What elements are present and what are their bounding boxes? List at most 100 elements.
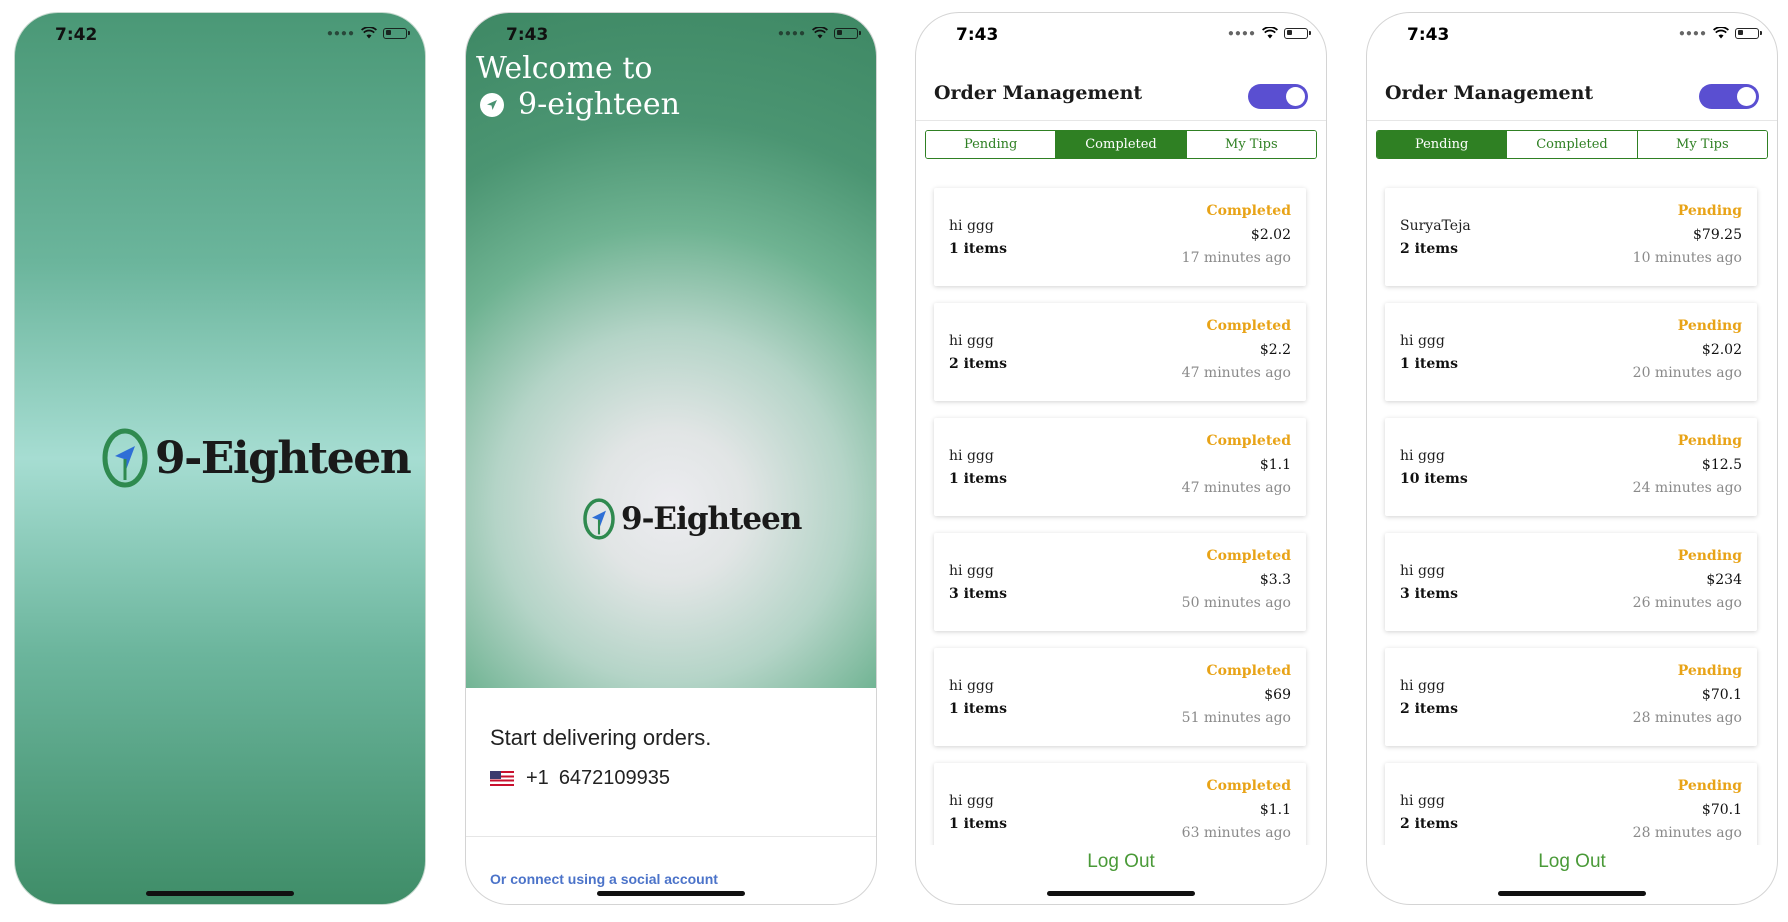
welcome-screen: 7:43 ●●●● Welcome to 9-eighteen 9-Eighte…	[465, 12, 877, 905]
status-icons: ●●●●	[327, 27, 410, 39]
order-status: Completed	[1206, 548, 1291, 564]
orders-pending-screen: 7:43 ●●●● Order Management Pending Compl…	[1366, 12, 1778, 905]
home-indicator	[597, 891, 745, 896]
home-indicator	[1047, 891, 1195, 896]
order-card[interactable]: hi ggg 3 items Pending $234 26 minutes a…	[1385, 533, 1757, 631]
logout-button[interactable]: Log Out	[916, 851, 1326, 873]
order-status: Completed	[1206, 203, 1291, 219]
app-logo: 9-Eighteen	[581, 498, 802, 540]
customer-name: hi ggg	[949, 563, 994, 579]
order-card[interactable]: hi ggg 2 items Pending $70.1 28 minutes …	[1385, 763, 1757, 845]
customer-name: hi ggg	[1400, 678, 1445, 694]
customer-name: SuryaTeja	[1400, 218, 1471, 234]
item-count: 2 items	[1400, 701, 1459, 717]
order-card[interactable]: hi ggg 2 items Completed $2.2 47 minutes…	[934, 303, 1306, 401]
tab-my-tips[interactable]: My Tips	[1185, 131, 1316, 158]
availability-toggle[interactable]	[1248, 84, 1308, 109]
header: Order Management	[934, 74, 1308, 114]
status-time: 7:42	[55, 25, 98, 45]
phone-number-input[interactable]: 6472109935	[559, 767, 670, 790]
toggle-knob	[1286, 87, 1305, 106]
country-code[interactable]: +1	[526, 767, 549, 790]
availability-toggle[interactable]	[1699, 84, 1759, 109]
order-tabs: Pending Completed My Tips	[925, 130, 1317, 159]
item-count: 1 items	[949, 241, 1008, 257]
order-status: Completed	[1206, 663, 1291, 679]
home-indicator	[1498, 891, 1646, 896]
status-bar: 7:42 ●●●●	[15, 13, 425, 57]
customer-name: hi ggg	[949, 448, 994, 464]
order-amount: $234	[1706, 572, 1742, 588]
order-amount: $3.3	[1259, 572, 1291, 588]
item-count: 2 items	[1400, 816, 1459, 832]
logo-pin-icon	[102, 428, 148, 488]
wifi-icon	[1713, 27, 1729, 39]
tab-pending[interactable]: Pending	[1377, 131, 1507, 158]
status-time: 7:43	[1407, 25, 1450, 45]
customer-name: hi ggg	[949, 333, 994, 349]
customer-name: hi ggg	[1400, 333, 1445, 349]
order-status: Completed	[1206, 318, 1291, 334]
item-count: 1 items	[1400, 356, 1459, 372]
tab-my-tips[interactable]: My Tips	[1636, 131, 1767, 158]
order-card[interactable]: hi ggg 10 items Pending $12.5 24 minutes…	[1385, 418, 1757, 516]
phone-number-field[interactable]: +1 6472109935	[490, 767, 670, 790]
order-card[interactable]: hi ggg 1 items Pending $2.02 20 minutes …	[1385, 303, 1757, 401]
welcome-brand-row: 9-eighteen	[476, 87, 680, 123]
header-divider	[1367, 120, 1777, 121]
item-count: 10 items	[1400, 471, 1468, 487]
order-time: 17 minutes ago	[1181, 250, 1291, 266]
order-card[interactable]: hi ggg 1 items Completed $1.1 47 minutes…	[934, 418, 1306, 516]
order-time: 47 minutes ago	[1181, 480, 1291, 496]
us-flag-icon[interactable]	[490, 771, 514, 786]
tab-completed[interactable]: Completed	[1055, 131, 1186, 158]
order-status: Pending	[1677, 433, 1742, 449]
header: Order Management	[1385, 74, 1759, 114]
welcome-heading: Welcome to 9-eighteen	[476, 51, 680, 123]
order-list[interactable]: hi ggg 1 items Completed $2.02 17 minute…	[916, 173, 1326, 845]
order-time: 28 minutes ago	[1632, 825, 1742, 841]
battery-icon	[383, 27, 410, 39]
item-count: 3 items	[949, 586, 1008, 602]
logo-pin-icon	[583, 498, 615, 540]
social-account-link[interactable]: Or connect using a social account	[490, 871, 718, 887]
order-time: 28 minutes ago	[1632, 710, 1742, 726]
order-list[interactable]: SuryaTeja 2 items Pending $79.25 10 minu…	[1367, 173, 1777, 845]
status-icons: ●●●●	[1228, 27, 1311, 39]
order-card[interactable]: hi ggg 1 items Completed $2.02 17 minute…	[934, 188, 1306, 286]
customer-name: hi ggg	[949, 678, 994, 694]
order-card[interactable]: SuryaTeja 2 items Pending $79.25 10 minu…	[1385, 188, 1757, 286]
tab-completed[interactable]: Completed	[1506, 131, 1637, 158]
logout-button[interactable]: Log Out	[1367, 851, 1777, 873]
customer-name: hi ggg	[1400, 448, 1445, 464]
signal-dots-icon: ●●●●	[777, 27, 806, 39]
order-status: Pending	[1677, 318, 1742, 334]
welcome-line: Welcome to	[476, 51, 653, 86]
navigation-arrow-icon	[480, 93, 504, 117]
order-status: Completed	[1206, 433, 1291, 449]
order-amount: $70.1	[1701, 802, 1742, 818]
toggle-knob	[1737, 87, 1756, 106]
order-amount: $79.25	[1693, 227, 1742, 243]
order-time: 51 minutes ago	[1181, 710, 1291, 726]
customer-name: hi ggg	[1400, 563, 1445, 579]
order-card[interactable]: hi ggg 3 items Completed $3.3 50 minutes…	[934, 533, 1306, 631]
order-card[interactable]: hi ggg 1 items Completed $69 51 minutes …	[934, 648, 1306, 746]
home-indicator	[146, 891, 294, 896]
order-card[interactable]: hi ggg 2 items Pending $70.1 28 minutes …	[1385, 648, 1757, 746]
battery-icon	[1735, 27, 1762, 39]
item-count: 2 items	[1400, 241, 1459, 257]
status-time: 7:43	[506, 25, 549, 45]
order-time: 47 minutes ago	[1181, 365, 1291, 381]
order-amount: $2.02	[1250, 227, 1291, 243]
order-card[interactable]: hi ggg 1 items Completed $1.1 63 minutes…	[934, 763, 1306, 845]
order-amount: $70.1	[1701, 687, 1742, 703]
status-time: 7:43	[956, 25, 999, 45]
logo-text: 9-Eighteen	[621, 501, 802, 537]
order-time: 63 minutes ago	[1181, 825, 1291, 841]
status-icons: ●●●●	[777, 27, 861, 39]
tab-pending[interactable]: Pending	[926, 131, 1056, 158]
battery-icon	[1284, 27, 1311, 39]
order-status: Pending	[1677, 548, 1742, 564]
wifi-icon	[1262, 27, 1278, 39]
